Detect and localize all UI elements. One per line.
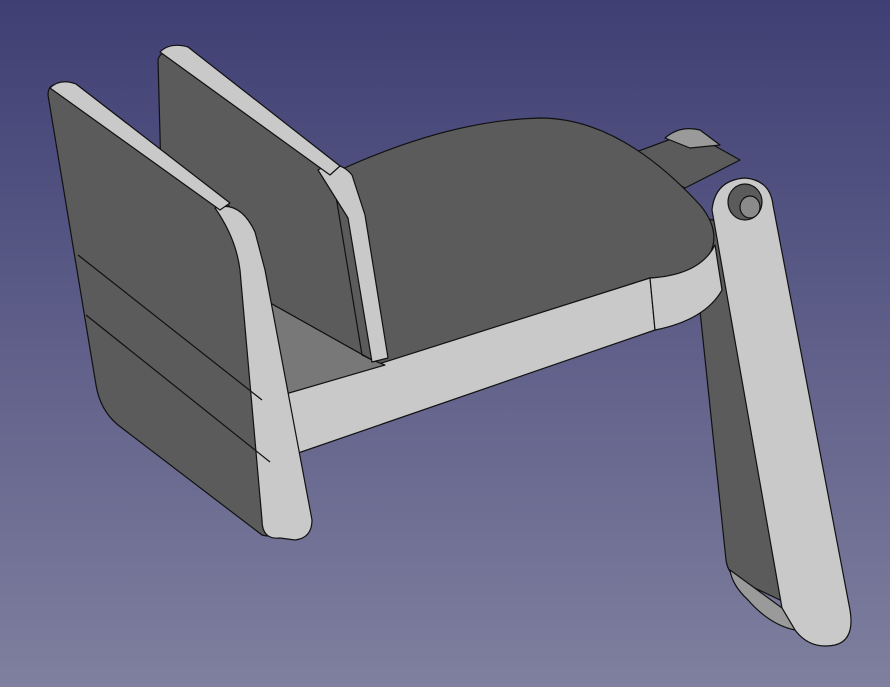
hinge-hole-inner <box>739 195 761 219</box>
3d-scene[interactable] <box>0 0 890 687</box>
3d-viewport[interactable] <box>0 0 890 687</box>
